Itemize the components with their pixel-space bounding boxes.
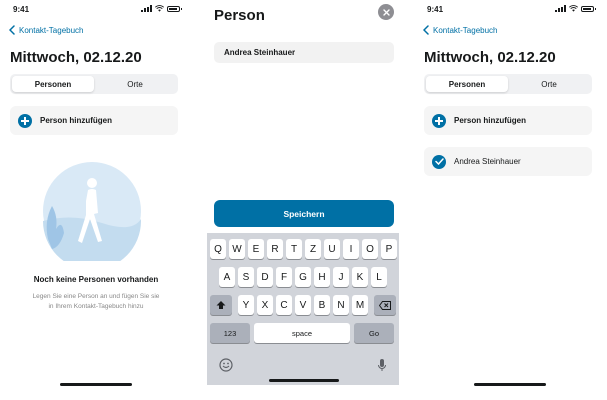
microphone-icon[interactable] [377, 358, 387, 372]
key[interactable]: C [276, 295, 292, 315]
signal-icon [141, 5, 152, 12]
modal-title: Person [214, 7, 265, 24]
tab-orte[interactable]: Orte [508, 76, 590, 92]
home-indicator [269, 379, 339, 382]
tab-personen[interactable]: Personen [426, 76, 508, 92]
backspace-icon [379, 300, 391, 310]
plus-icon [18, 113, 32, 128]
add-person-button[interactable]: Person hinzufügen [10, 106, 178, 135]
space-key[interactable]: space [254, 323, 350, 343]
key[interactable]: K [352, 267, 368, 287]
key[interactable]: J [333, 267, 349, 287]
tab-orte[interactable]: Orte [94, 76, 176, 92]
key[interactable]: V [295, 295, 311, 315]
battery-icon [167, 5, 182, 12]
close-icon [382, 8, 390, 16]
add-person-button[interactable]: Person hinzufügen [424, 106, 592, 135]
keyboard-row-3: Y X C V B N M [210, 295, 396, 315]
key[interactable]: X [257, 295, 273, 315]
walking-person-illustration [43, 162, 141, 261]
key[interactable]: N [333, 295, 349, 315]
page-title: Mittwoch, 02.12.20 [424, 49, 556, 66]
screen-add-person-modal: Person Speichern Q W E R T Z U I O P A S… [207, 0, 399, 400]
status-time: 9:41 [13, 5, 30, 14]
wifi-icon [155, 5, 164, 12]
status-icons [141, 5, 182, 12]
back-label: Kontakt-Tagebuch [19, 25, 84, 35]
chevron-left-icon [9, 25, 15, 35]
key[interactable]: Z [305, 239, 321, 259]
key[interactable]: Q [210, 239, 226, 259]
key[interactable]: A [219, 267, 235, 287]
key[interactable]: P [381, 239, 397, 259]
segmented-control: Personen Orte [424, 74, 592, 94]
segmented-control: Personen Orte [10, 74, 178, 94]
emoji-icon[interactable] [219, 358, 233, 372]
chevron-left-icon [423, 25, 429, 35]
save-button[interactable]: Speichern [214, 200, 394, 227]
key[interactable]: B [314, 295, 330, 315]
key[interactable]: F [276, 267, 292, 287]
empty-state-description: Legen Sie eine Person an und fügen Sie s… [32, 293, 160, 310]
key[interactable]: G [295, 267, 311, 287]
checkmark-icon [432, 154, 446, 169]
go-key[interactable]: Go [354, 323, 394, 343]
close-button[interactable] [378, 4, 394, 20]
signal-icon [555, 5, 566, 12]
keyboard-row-2: A S D F G H J K L [219, 267, 387, 287]
key[interactable]: Y [238, 295, 254, 315]
keyboard-row-1: Q W E R T Z U I O P [210, 239, 397, 259]
empty-state-title: Noch keine Personen vorhanden [33, 275, 159, 284]
numbers-key[interactable]: 123 [210, 323, 250, 343]
person-name: Andrea Steinhauer [454, 157, 521, 166]
home-indicator [60, 383, 132, 386]
key[interactable]: T [286, 239, 302, 259]
home-indicator [474, 383, 546, 386]
tab-personen[interactable]: Personen [12, 76, 94, 92]
person-name-input[interactable] [214, 42, 394, 63]
wifi-icon [569, 5, 578, 12]
keyboard: Q W E R T Z U I O P A S D F G H J K L Y [207, 233, 399, 385]
key[interactable]: O [362, 239, 378, 259]
status-bar: 9:41 [0, 0, 192, 16]
key[interactable]: W [229, 239, 245, 259]
key[interactable]: I [343, 239, 359, 259]
plus-icon [432, 113, 446, 128]
back-label: Kontakt-Tagebuch [433, 25, 498, 35]
back-button[interactable]: Kontakt-Tagebuch [423, 25, 498, 35]
screen-empty-persons: 9:41 Kontakt-Tagebuch Mittwoch, 02.12.20… [0, 0, 192, 400]
backspace-key[interactable] [374, 295, 396, 315]
status-time: 9:41 [427, 5, 444, 14]
add-person-label: Person hinzufügen [40, 116, 112, 125]
key[interactable]: H [314, 267, 330, 287]
keyboard-row-4: 123 space Go [210, 323, 394, 343]
key[interactable]: M [352, 295, 368, 315]
key[interactable]: R [267, 239, 283, 259]
status-bar: 9:41 [414, 0, 606, 16]
key[interactable]: E [248, 239, 264, 259]
back-button[interactable]: Kontakt-Tagebuch [9, 25, 84, 35]
screen-person-added: 9:41 Kontakt-Tagebuch Mittwoch, 02.12.20… [414, 0, 606, 400]
shift-icon [216, 301, 226, 309]
key[interactable]: U [324, 239, 340, 259]
shift-key[interactable] [210, 295, 232, 315]
battery-icon [581, 5, 596, 12]
status-icons [555, 5, 596, 12]
key[interactable]: D [257, 267, 273, 287]
key[interactable]: S [238, 267, 254, 287]
page-title: Mittwoch, 02.12.20 [10, 49, 142, 66]
person-list-item[interactable]: Andrea Steinhauer [424, 147, 592, 176]
add-person-label: Person hinzufügen [454, 116, 526, 125]
key[interactable]: L [371, 267, 387, 287]
